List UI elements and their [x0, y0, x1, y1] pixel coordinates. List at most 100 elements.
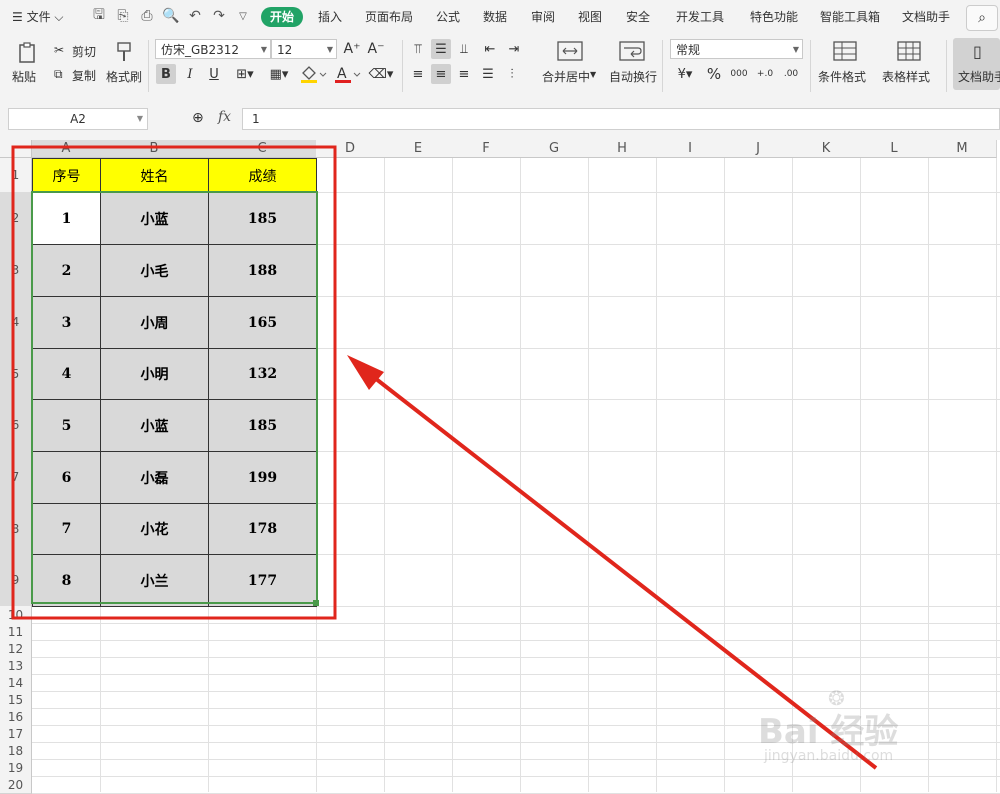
row-header-6[interactable]: 6	[0, 399, 32, 452]
row-header-18[interactable]: 18	[0, 742, 32, 760]
tab-review[interactable]: 审阅	[531, 8, 555, 25]
fill-color-icon[interactable]	[298, 64, 328, 84]
cut-icon[interactable]: ✂	[54, 43, 64, 57]
row-header-19[interactable]: 19	[0, 759, 32, 777]
fx-icon[interactable]: fx	[218, 109, 231, 125]
table-cell-seq[interactable]: 7	[32, 503, 101, 555]
tab-page-layout[interactable]: 页面布局	[365, 8, 413, 25]
number-format-select[interactable]: 常规 ▼	[670, 39, 803, 59]
table-cell-name[interactable]: 小蓝	[100, 192, 209, 245]
tab-smart-toolbox[interactable]: 智能工具箱	[820, 8, 880, 25]
column-header-g[interactable]: G	[520, 140, 589, 158]
table-cell-name[interactable]: 小磊	[100, 451, 209, 504]
table-cell-name[interactable]: 小毛	[100, 244, 209, 297]
fill-handle[interactable]	[313, 600, 319, 606]
row-header-15[interactable]: 15	[0, 691, 32, 709]
align-bottom-icon[interactable]: ⫫	[454, 39, 474, 59]
copy-button[interactable]: 复制	[72, 67, 96, 84]
row-header-4[interactable]: 4	[0, 296, 32, 349]
table-cell-name[interactable]: 小周	[100, 296, 209, 349]
print-icon[interactable]: ⎙	[138, 6, 156, 26]
customize-quick-access-icon[interactable]: ▽	[234, 6, 252, 26]
column-header-c[interactable]: C	[208, 140, 317, 158]
undo-icon[interactable]: ↶	[186, 6, 204, 26]
select-all-corner[interactable]	[0, 140, 32, 158]
table-cell-seq[interactable]: 4	[32, 348, 101, 400]
search-icon[interactable]: ⌕	[966, 5, 998, 31]
table-style-button[interactable]: 表格样式	[882, 68, 930, 85]
row-header-17[interactable]: 17	[0, 725, 32, 743]
table-cell-score[interactable]: 178	[208, 503, 317, 555]
table-cell-seq[interactable]: 3	[32, 296, 101, 349]
tab-doc-assistant[interactable]: 文档助手	[902, 8, 950, 25]
cut-button[interactable]: 剪切	[72, 43, 96, 60]
table-cell-name[interactable]: 小明	[100, 348, 209, 400]
conditional-format-icon[interactable]	[832, 40, 858, 62]
tab-insert[interactable]: 插入	[318, 8, 342, 25]
table-cell-score[interactable]: 188	[208, 244, 317, 297]
percent-icon[interactable]: %	[704, 64, 724, 84]
table-cell-score[interactable]: 199	[208, 451, 317, 504]
currency-icon[interactable]: ¥▾	[672, 64, 698, 84]
name-box[interactable]: A2 ▼	[8, 108, 148, 130]
print-preview-icon[interactable]: 🔍	[162, 6, 180, 26]
column-header-e[interactable]: E	[384, 140, 453, 158]
column-header-i[interactable]: I	[656, 140, 725, 158]
tab-special-features[interactable]: 特色功能	[750, 8, 798, 25]
export-icon[interactable]: ⎘	[114, 6, 132, 26]
align-center-icon[interactable]: ≡	[431, 64, 451, 84]
increase-font-icon[interactable]: A⁺	[342, 40, 362, 58]
merge-center-icon[interactable]	[556, 40, 584, 62]
row-header-5[interactable]: 5	[0, 348, 32, 400]
row-header-11[interactable]: 11	[0, 623, 32, 641]
wrap-text-icon[interactable]	[618, 40, 646, 62]
column-header-k[interactable]: K	[792, 140, 861, 158]
table-cell-name[interactable]: 小兰	[100, 554, 209, 607]
tab-security[interactable]: 安全	[626, 8, 650, 25]
merge-center-button[interactable]: 合并居中	[542, 68, 590, 85]
italic-icon[interactable]: I	[180, 64, 200, 84]
column-header-a[interactable]: A	[32, 140, 101, 158]
align-middle-icon[interactable]: ☰	[431, 39, 451, 59]
cell-style-icon[interactable]: ▦▾	[264, 64, 294, 84]
row-header-16[interactable]: 16	[0, 708, 32, 726]
tab-developer[interactable]: 开发工具	[676, 8, 724, 25]
row-header-13[interactable]: 13	[0, 657, 32, 675]
underline-icon[interactable]: U	[204, 64, 224, 84]
paste-icon[interactable]	[14, 40, 42, 66]
font-color-icon[interactable]: A	[332, 64, 362, 84]
column-header-d[interactable]: D	[316, 140, 385, 158]
row-header-2[interactable]: 2	[0, 192, 32, 245]
chevron-down-icon[interactable]: ▼	[590, 70, 596, 79]
bold-icon[interactable]: B	[156, 64, 176, 84]
doc-assistant-button[interactable]: ▯ 文档助手	[953, 38, 1000, 90]
column-header-b[interactable]: B	[100, 140, 209, 158]
tab-start[interactable]: 开始	[261, 7, 303, 27]
font-size-select[interactable]: 12 ▼	[271, 39, 337, 59]
file-menu-button[interactable]: ☰ 文件 ⌵	[12, 8, 63, 25]
table-cell-seq[interactable]: 8	[32, 554, 101, 607]
formula-input[interactable]: 1	[242, 108, 1000, 130]
format-painter-icon[interactable]	[112, 40, 136, 64]
column-header-l[interactable]: L	[860, 140, 929, 158]
save-icon[interactable]: 🖫	[90, 6, 108, 26]
row-header-7[interactable]: 7	[0, 451, 32, 504]
header-cell-seq[interactable]: 序号	[32, 158, 101, 193]
distributed-align-icon[interactable]: ⫶	[502, 64, 522, 84]
table-cell-name[interactable]: 小花	[100, 503, 209, 555]
justify-icon[interactable]: ☰	[478, 64, 498, 84]
table-cell-seq[interactable]: 1	[32, 192, 101, 245]
table-cell-score[interactable]: 177	[208, 554, 317, 607]
row-header-12[interactable]: 12	[0, 640, 32, 658]
row-header-14[interactable]: 14	[0, 674, 32, 692]
tab-view[interactable]: 视图	[578, 8, 602, 25]
row-header-1[interactable]: 1	[0, 158, 32, 193]
table-cell-score[interactable]: 165	[208, 296, 317, 349]
paste-button[interactable]: 粘贴	[12, 68, 36, 85]
increase-decimal-icon[interactable]: +.0	[754, 64, 776, 84]
font-name-select[interactable]: 仿宋_GB2312 ▼	[155, 39, 271, 59]
align-right-icon[interactable]: ≡	[454, 64, 474, 84]
column-header-m[interactable]: M	[928, 140, 997, 158]
column-header-f[interactable]: F	[452, 140, 521, 158]
decrease-decimal-icon[interactable]: .00	[780, 64, 802, 84]
